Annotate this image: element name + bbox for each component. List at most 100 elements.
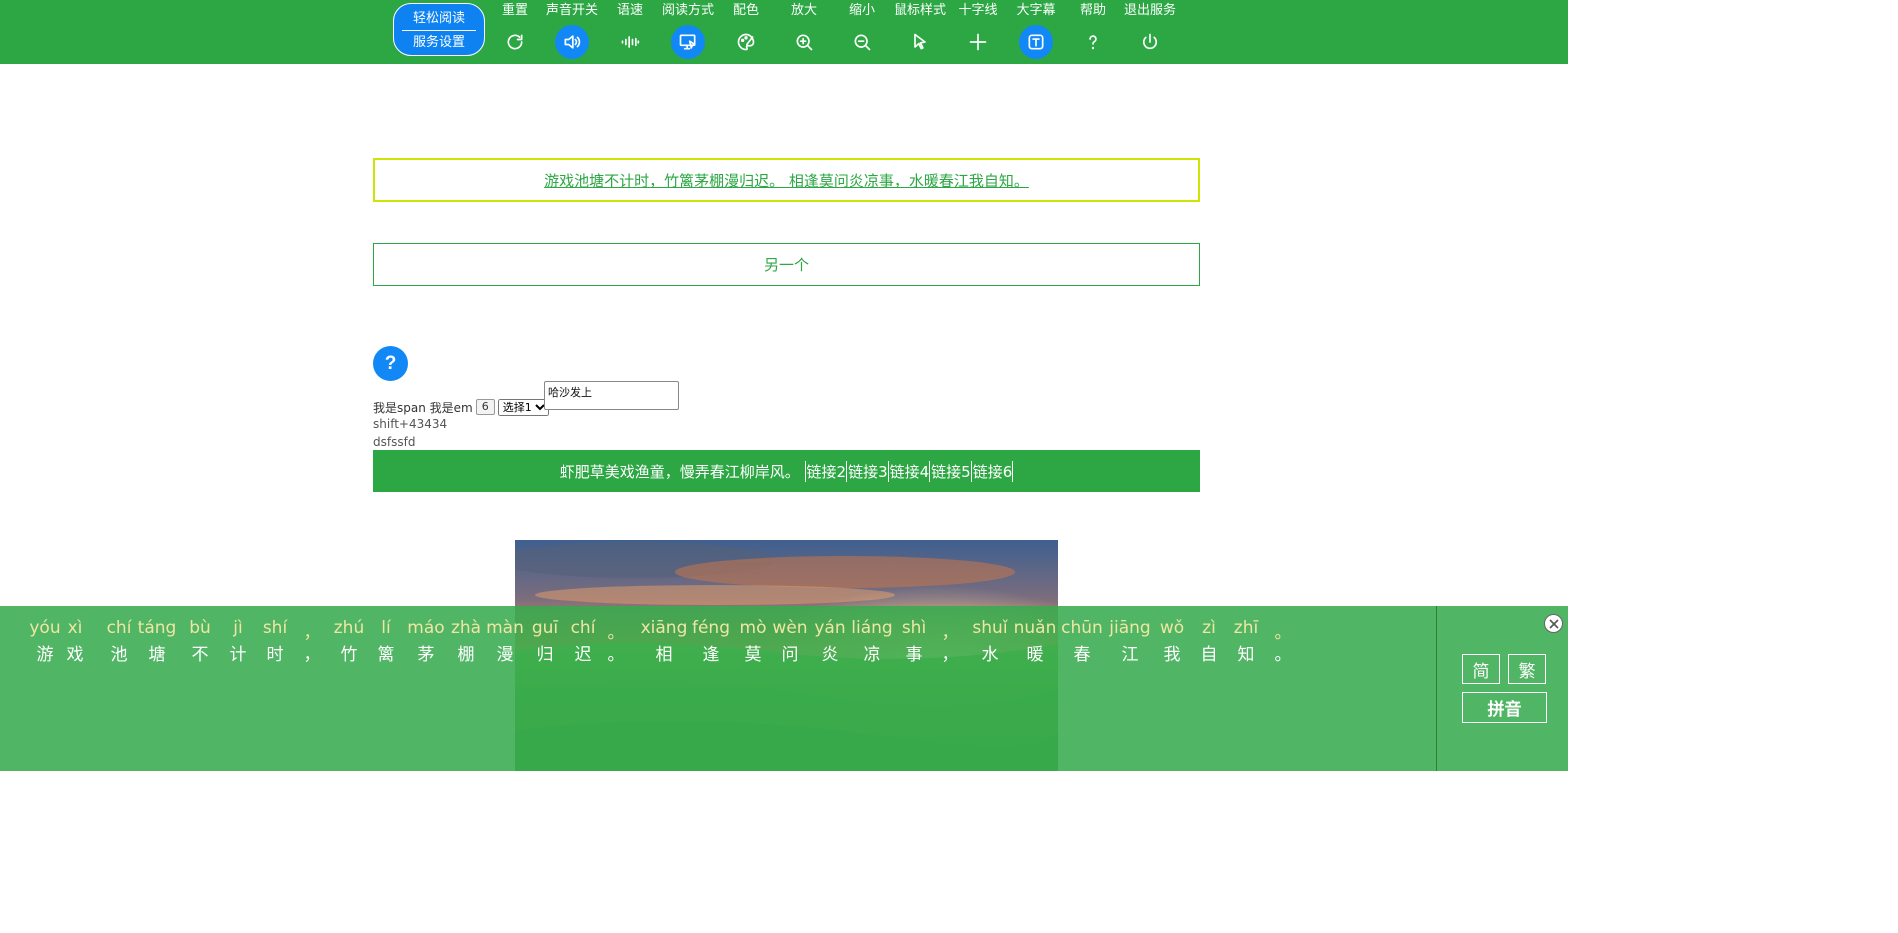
hanzi-character: 时: [266, 645, 284, 665]
poem-link-box: 游戏池塘不计时，竹篱茅棚漫归迟。 相逢莫问炎凉事，水暖春江我自知。: [373, 158, 1200, 202]
brand-divider: [402, 30, 476, 31]
sound-toggle-button[interactable]: 声音开关: [542, 0, 602, 64]
inline-controls-row: 我是span 我是em 6 选择1: [373, 398, 549, 416]
text-area[interactable]: 哈沙发上: [544, 381, 679, 410]
hanzi-character: 游: [36, 645, 54, 665]
reset-icon: [498, 25, 532, 59]
link-3[interactable]: 链接3: [846, 460, 888, 482]
pinyin-syllable: yán: [814, 618, 846, 638]
hanzi-character: 暖: [1026, 645, 1044, 665]
sound-toggle-label: 声音开关: [545, 3, 598, 18]
reading-mode-button[interactable]: 阅读方式: [658, 0, 718, 64]
misc-text: dsfssfd: [373, 435, 416, 449]
hanzi-character: 自: [1200, 645, 1218, 665]
zoom-out-icon: [845, 25, 879, 59]
pinyin-syllable: xiāng: [640, 618, 688, 638]
hanzi-character: 池: [110, 645, 128, 665]
link-2[interactable]: 链接2: [804, 460, 846, 482]
hanzi-character: 江: [1121, 645, 1139, 665]
color-scheme-label: 配色: [732, 3, 759, 18]
speaker-icon: [555, 25, 589, 59]
hanzi-character: 春: [1073, 645, 1091, 665]
speed-wave-icon: [613, 25, 647, 59]
subtitle-panel: yóu xì chí táng bù jì shí， zhú lí máo zhà màn guī chí…: [0, 606, 1568, 771]
poem-link-bar: 虾肥草美戏渔童，慢弄春江柳岸风。 链接2 链接3 链接4 链接5 链接6: [373, 450, 1200, 492]
speech-rate-label: 语速: [616, 3, 643, 18]
help-button[interactable]: 帮助: [1063, 0, 1123, 64]
pinyin-syllable: zhī: [1233, 618, 1259, 638]
speech-rate-button[interactable]: 语速: [600, 0, 660, 64]
hanzi-character: 茅: [417, 645, 435, 665]
hanzi-character: 相: [655, 645, 673, 665]
exit-service-button[interactable]: 退出服务: [1120, 0, 1180, 64]
option-select[interactable]: 选择1: [497, 398, 549, 416]
pinyin-syllable: lí: [381, 618, 391, 638]
hanzi-character: 水: [981, 645, 999, 665]
zoom-out-button[interactable]: 缩小: [832, 0, 892, 64]
poem-link[interactable]: 游戏池塘不计时，竹篱茅棚漫归迟。 相逢莫问炎凉事，水暖春江我自知。: [544, 170, 1029, 191]
link-5[interactable]: 链接5: [929, 460, 971, 482]
hanzi-character: 迟: [574, 645, 592, 665]
pinyin-syllable: máo: [407, 618, 445, 638]
link-4[interactable]: 链接4: [887, 460, 929, 482]
pinyin-button[interactable]: 拼音: [1462, 692, 1547, 723]
zoom-in-label: 放大: [790, 3, 817, 18]
crosshair-icon: [961, 25, 995, 59]
hanzi-character: 归: [536, 645, 554, 665]
shift-text: shift+43434: [373, 417, 448, 431]
hanzi-character: 漫: [496, 645, 514, 665]
color-scheme-button[interactable]: 配色: [716, 0, 776, 64]
em-text: 我是em: [429, 400, 473, 415]
service-settings-label[interactable]: 服务设置: [394, 35, 484, 51]
hanzi-character: ，: [941, 645, 959, 665]
hanzi-character: 。: [607, 645, 625, 665]
crosshair-button[interactable]: 十字线: [948, 0, 1008, 64]
help-circle-button[interactable]: ?: [373, 346, 408, 381]
hanzi-character: 不: [191, 645, 209, 665]
pinyin-syllable: zhà: [450, 618, 482, 638]
pinyin-row: yóu xì chí táng bù jì shí， zhú lí máo zhà màn guī chí…: [0, 618, 1300, 643]
simplified-button[interactable]: 简: [1462, 654, 1500, 684]
hanzi-character: 计: [229, 645, 247, 665]
reading-mode-label: 阅读方式: [661, 3, 714, 18]
hanzi-character: 问: [781, 645, 799, 665]
reset-button[interactable]: 重置: [485, 0, 545, 64]
subtitle-icon: [1019, 25, 1053, 59]
pinyin-syllable: shì: [901, 618, 927, 638]
accessibility-toolbar: 轻松阅读 服务设置 重置 声音开关 语速 阅读方式 配色 放大 缩小 鼠标样式 …: [0, 0, 1568, 64]
pinyin-syllable: nuǎn: [1013, 618, 1057, 638]
span-text: 我是span: [373, 400, 426, 415]
large-subtitle-button[interactable]: 大字幕: [1006, 0, 1066, 64]
pinyin-syllable: bù: [189, 618, 211, 638]
link-6[interactable]: 链接6: [970, 460, 1014, 482]
palette-icon: [729, 25, 763, 59]
pinyin-syllable: chí: [106, 618, 132, 638]
brand-settings-button[interactable]: 轻松阅读 服务设置: [393, 3, 485, 56]
another-box[interactable]: 另一个: [373, 243, 1200, 286]
cursor-style-button[interactable]: 鼠标样式: [890, 0, 950, 64]
pinyin-syllable: jì: [233, 618, 243, 638]
hanzi-character: 戏: [66, 645, 84, 665]
hanzi-character: 篱: [377, 645, 395, 665]
reading-mode-icon: [671, 25, 705, 59]
pinyin-syllable: zhú: [333, 618, 365, 638]
zoom-in-icon: [787, 25, 821, 59]
close-icon[interactable]: [1544, 614, 1563, 633]
pinyin-syllable: zì: [1202, 618, 1216, 638]
zoom-in-button[interactable]: 放大: [774, 0, 834, 64]
traditional-button[interactable]: 繁: [1508, 654, 1546, 684]
bar-text: 虾肥草美戏渔童，慢弄春江柳岸风。: [559, 462, 800, 481]
hanzi-character: 我: [1163, 645, 1181, 665]
pinyin-syllable: màn: [486, 618, 524, 638]
help-icon: [1076, 25, 1110, 59]
pinyin-syllable: chí: [570, 618, 596, 638]
pinyin-syllable: guī: [531, 618, 559, 638]
pinyin-syllable: chūn: [1061, 618, 1103, 638]
hanzi-character: 知: [1237, 645, 1255, 665]
hanzi-character: ，: [303, 645, 321, 665]
hanzi-character: 事: [905, 645, 923, 665]
hanzi-character: 棚: [457, 645, 475, 665]
number-input[interactable]: 6: [475, 399, 495, 415]
hanzi-row: 游戏池塘不计时，竹篱茅棚漫归迟。相逢莫问炎凉事，水暖春江我自知。: [0, 640, 1300, 665]
pinyin-syllable: xì: [67, 618, 83, 638]
